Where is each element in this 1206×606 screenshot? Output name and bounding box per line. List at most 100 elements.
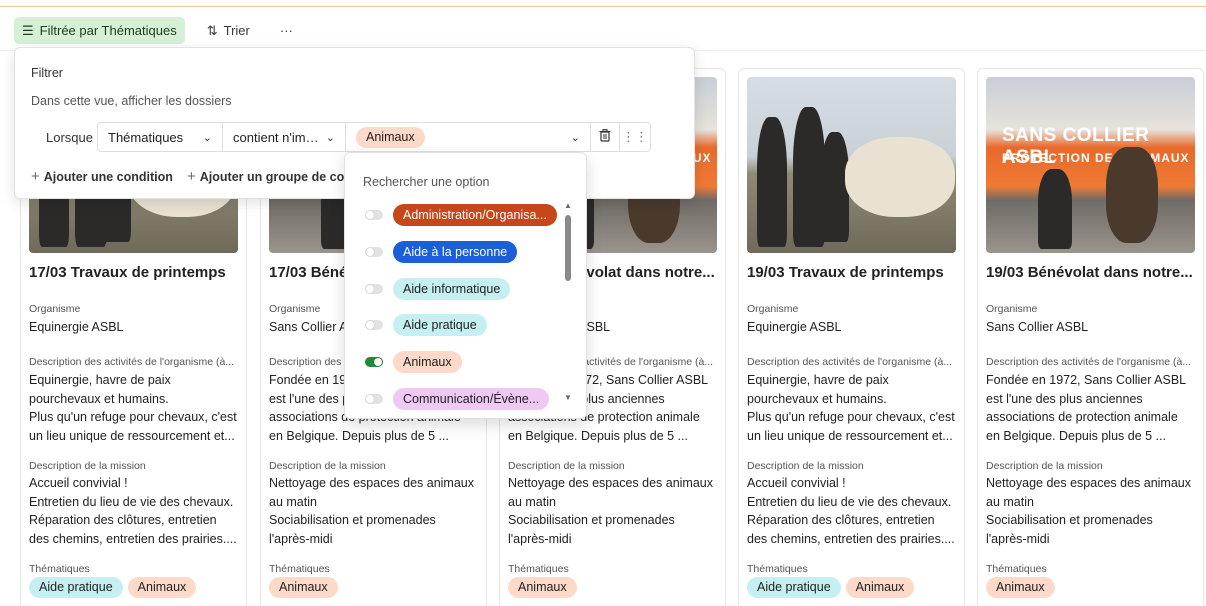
- description-org-label: Description des activités de l'organisme…: [747, 356, 953, 368]
- option-item[interactable]: Aide à la personne: [365, 240, 518, 263]
- trash-icon: [599, 129, 611, 145]
- description-org-value: Equinergie, havre de paix pourchevaux et …: [29, 373, 237, 444]
- filter-button-label: Filtrée par Thématiques: [39, 23, 177, 38]
- option-item[interactable]: Aide pratique: [365, 314, 487, 337]
- thematiques-label: Thématiques: [508, 563, 569, 575]
- description-mission-label: Description de la mission: [747, 460, 864, 472]
- dog-figure: [1106, 147, 1158, 243]
- card-title: 19/03 Bénévolat dans notre...: [986, 264, 1193, 281]
- chevron-down-icon: ⌄: [202, 131, 212, 144]
- delete-condition-button[interactable]: [590, 122, 620, 152]
- description-mission-value: Nettoyage des espaces des animaux au mati…: [986, 476, 1191, 547]
- dropdown-scrollbar[interactable]: ▲ ▼: [564, 201, 572, 402]
- option-dropdown: Rechercher une option Administration/Org…: [344, 152, 587, 419]
- add-condition-button[interactable]: + Ajouter une condition: [31, 168, 173, 185]
- banner-subtext: PROTECTION DES ANIMAUX: [1002, 151, 1190, 165]
- organisme-value: Equinergie ASBL: [29, 320, 124, 334]
- plus-icon: +: [187, 168, 196, 185]
- option-toggle[interactable]: [365, 283, 383, 294]
- scroll-down-icon[interactable]: ▼: [564, 393, 572, 402]
- more-button[interactable]: ···: [272, 17, 301, 44]
- grip-icon: ⋮⋮: [622, 129, 648, 144]
- add-group-button[interactable]: + Ajouter un groupe de co: [187, 168, 344, 185]
- operator-select[interactable]: contient n'im… ⌄: [222, 122, 346, 152]
- thematiques-label: Thématiques: [29, 563, 90, 575]
- description-mission-value: Accueil convivial ! Entretien du lieu de …: [747, 476, 955, 547]
- scroll-up-icon[interactable]: ▲: [564, 201, 572, 210]
- thematiques-tags: Animaux: [269, 577, 338, 598]
- thematique-tag: Animaux: [508, 577, 577, 598]
- option-tag: Communication/Évène...: [393, 388, 550, 410]
- organisme-label: Organisme: [747, 303, 799, 315]
- person-figure: [757, 117, 787, 247]
- thematique-tag: Animaux: [269, 577, 338, 598]
- person-figure: [1038, 169, 1072, 249]
- horse-figure: [845, 137, 955, 217]
- thematiques-label: Thématiques: [747, 563, 808, 575]
- organisme-value: Equinergie ASBL: [747, 320, 842, 334]
- filter-popover-title: Filtrer: [31, 66, 63, 80]
- card-title: 19/03 Travaux de printemps: [747, 264, 944, 281]
- sort-icon: ⇅: [206, 22, 218, 38]
- value-select[interactable]: Animaux ⌄: [345, 122, 591, 152]
- thematique-tag: Animaux: [127, 577, 197, 598]
- option-item[interactable]: Communication/Évène...: [365, 388, 550, 410]
- sort-button-label: Trier: [223, 23, 250, 38]
- option-toggle[interactable]: [365, 320, 383, 331]
- option-item[interactable]: Administration/Organisa...: [365, 204, 557, 226]
- thematiques-tags: Aide pratique Animaux: [747, 577, 915, 598]
- chevron-down-icon: ⌄: [325, 131, 335, 144]
- description-org-label: Description des activités de l'organisme…: [29, 356, 235, 368]
- field-select-value: Thématiques: [108, 129, 184, 145]
- organisme-label: Organisme: [986, 303, 1038, 315]
- option-item[interactable]: Animaux: [365, 351, 462, 374]
- option-tag: Animaux: [393, 351, 462, 374]
- option-search-input[interactable]: Rechercher une option: [363, 175, 489, 189]
- option-tag: Aide informatique: [393, 277, 511, 300]
- option-item[interactable]: Aide informatique: [365, 277, 511, 300]
- sort-button[interactable]: ⇅ Trier: [199, 17, 258, 44]
- option-toggle[interactable]: [365, 210, 383, 220]
- option-tag: Administration/Organisa...: [393, 204, 557, 226]
- field-select[interactable]: Thématiques ⌄: [97, 122, 223, 152]
- card-cover-image: [747, 77, 956, 253]
- value-tag-animaux: Animaux: [356, 126, 425, 148]
- thematiques-tags: Aide pratique Animaux: [29, 577, 197, 598]
- option-toggle[interactable]: [365, 246, 383, 257]
- operator-select-value: contient n'im…: [233, 129, 319, 145]
- thematiques-label: Thématiques: [986, 563, 1047, 575]
- description-mission-label: Description de la mission: [508, 460, 625, 472]
- option-toggle[interactable]: [365, 357, 383, 368]
- option-tag: Aide à la personne: [393, 240, 518, 263]
- thematique-tag: Animaux: [986, 577, 1055, 598]
- add-condition-label: Ajouter une condition: [43, 170, 173, 184]
- organisme-value: Sans Collier ASBL: [986, 320, 1089, 334]
- description-mission-value: Nettoyage des espaces des animaux au mati…: [508, 476, 713, 547]
- add-group-label: Ajouter un groupe de co: [199, 170, 345, 184]
- description-mission-value: Nettoyage des espaces des animaux au mati…: [269, 476, 474, 547]
- filter-button[interactable]: ☰ Filtrée par Thématiques: [14, 17, 185, 44]
- description-org-label: Description des activités de l'organisme…: [986, 356, 1192, 368]
- drag-handle[interactable]: ⋮⋮: [619, 122, 651, 152]
- thematique-tag: Aide pratique: [29, 577, 123, 598]
- filter-icon: ☰: [22, 22, 34, 38]
- option-toggle[interactable]: [365, 394, 383, 404]
- card-cover-image: SANS COLLIER ASBLPROTECTION DES ANIMAUX: [986, 77, 1195, 253]
- description-mission-label: Description de la mission: [269, 460, 386, 472]
- card-title: 17/03 Travaux de printemps: [29, 264, 226, 281]
- thematique-tag: Animaux: [845, 577, 915, 598]
- record-card[interactable]: 19/03 Travaux de printemps Organisme Equin…: [738, 68, 965, 606]
- top-accent-line: [0, 6, 1206, 7]
- organisme-label: Organisme: [29, 303, 81, 315]
- thematiques-tags: Animaux: [508, 577, 577, 598]
- scrollbar-thumb[interactable]: [565, 215, 571, 281]
- thematique-tag: Aide pratique: [747, 577, 841, 598]
- description-mission-label: Description de la mission: [29, 460, 146, 472]
- thematiques-label: Thématiques: [269, 563, 330, 575]
- thematiques-tags: Animaux: [986, 577, 1055, 598]
- description-org-value: Fondée en 1972, Sans Collier ASBLest l'u…: [986, 373, 1187, 444]
- view-toolbar: ☰ Filtrée par Thématiques ⇅ Trier ···: [14, 17, 301, 44]
- record-card[interactable]: SANS COLLIER ASBLPROTECTION DES ANIMAUX 1…: [977, 68, 1204, 606]
- condition-when-label: Lorsque: [46, 130, 93, 145]
- plus-icon: +: [31, 168, 40, 185]
